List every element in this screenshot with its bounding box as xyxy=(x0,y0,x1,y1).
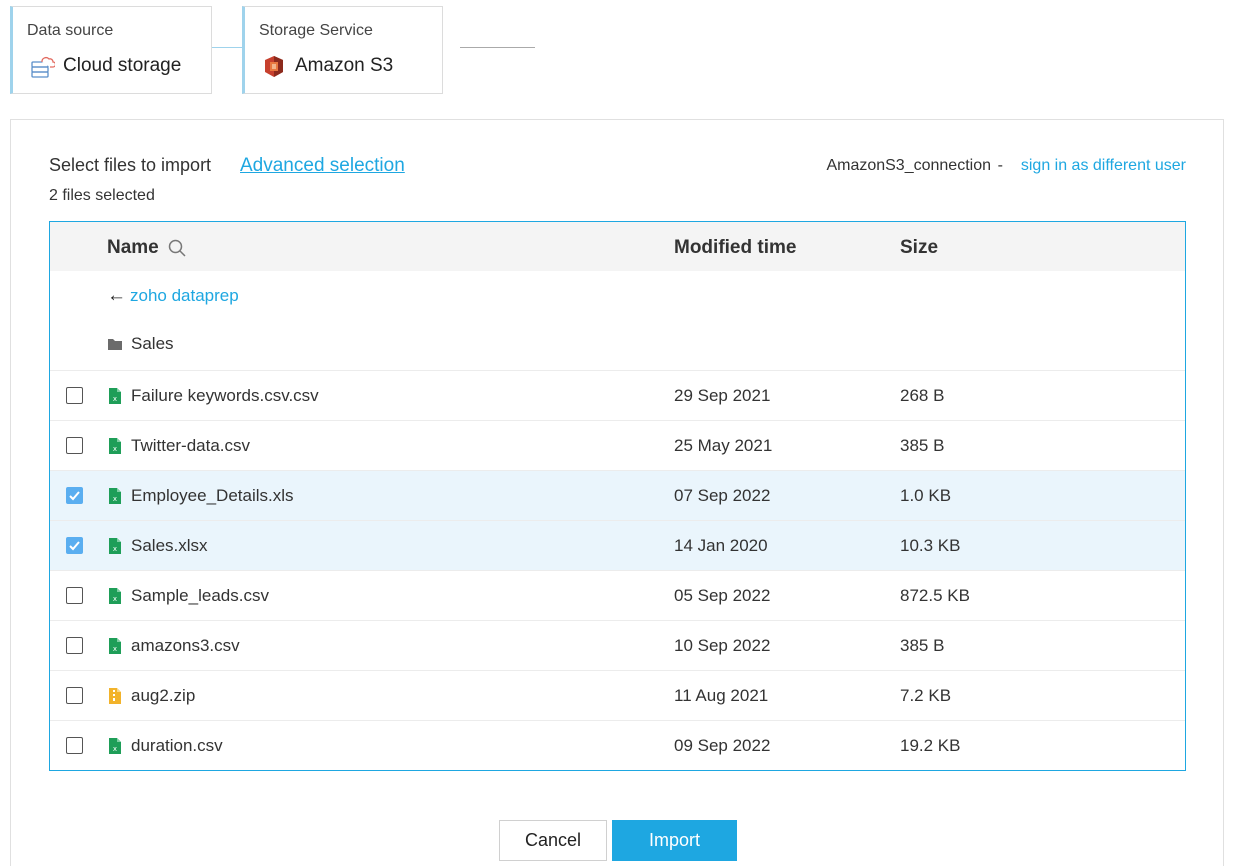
search-icon[interactable] xyxy=(167,238,187,258)
cancel-button[interactable]: Cancel xyxy=(499,820,607,861)
svg-text:x: x xyxy=(113,545,117,553)
file-name: aug2.zip xyxy=(131,685,196,705)
file-size: 19.2 KB xyxy=(900,735,961,755)
file-name: Sales.xlsx xyxy=(131,535,208,555)
step-connector xyxy=(460,47,535,48)
spreadsheet-file-icon: x xyxy=(107,437,123,455)
table-row[interactable]: x Employee_Details.xls 07 Sep 2022 1.0 KB xyxy=(50,470,1185,520)
file-modified: 25 May 2021 xyxy=(674,435,773,455)
file-checkbox[interactable] xyxy=(66,637,83,654)
table-row[interactable]: x Sales.xlsx 14 Jan 2020 10.3 KB xyxy=(50,520,1185,570)
file-name: Sample_leads.csv xyxy=(131,585,269,605)
spreadsheet-file-icon: x xyxy=(107,537,123,555)
svg-text:x: x xyxy=(113,395,117,403)
file-name: duration.csv xyxy=(131,735,223,755)
file-modified: 09 Sep 2022 xyxy=(674,735,771,755)
column-header-modified: Modified time xyxy=(674,237,797,258)
file-size: 385 B xyxy=(900,635,945,655)
file-modified: 29 Sep 2021 xyxy=(674,385,771,405)
svg-text:x: x xyxy=(113,595,117,603)
file-size: 7.2 KB xyxy=(900,685,952,705)
back-row[interactable]: ← zoho dataprep xyxy=(50,271,1185,321)
step-value-label: Cloud storage xyxy=(63,55,182,76)
file-checkbox[interactable] xyxy=(66,687,83,704)
step-data-source[interactable]: Data source Cloud storage xyxy=(10,6,212,94)
step-connector xyxy=(212,47,242,48)
file-checkbox[interactable] xyxy=(66,487,83,504)
table-row[interactable]: aug2.zip 11 Aug 2021 7.2 KB xyxy=(50,670,1185,720)
file-name: Employee_Details.xls xyxy=(131,485,294,505)
file-checkbox[interactable] xyxy=(66,737,83,754)
file-name: Twitter-data.csv xyxy=(131,435,251,455)
file-modified: 10 Sep 2022 xyxy=(674,635,771,655)
spreadsheet-file-icon: x xyxy=(107,737,123,755)
file-modified: 05 Sep 2022 xyxy=(674,585,771,605)
cloud-storage-icon xyxy=(29,53,55,79)
file-name: amazons3.csv xyxy=(131,635,240,655)
file-size: 1.0 KB xyxy=(900,485,952,505)
spreadsheet-file-icon: x xyxy=(107,637,123,655)
table-header: Name Modified time Size xyxy=(50,222,1185,271)
step-label: Storage Service xyxy=(259,22,373,39)
import-button[interactable]: Import xyxy=(612,820,737,861)
table-row[interactable]: x duration.csv 09 Sep 2022 19.2 KB xyxy=(50,720,1185,770)
svg-text:x: x xyxy=(113,495,117,503)
column-header-size: Size xyxy=(900,237,939,258)
file-size: 10.3 KB xyxy=(900,535,961,555)
svg-text:x: x xyxy=(113,445,117,453)
file-size: 268 B xyxy=(900,385,945,405)
step-value: Cloud storage xyxy=(29,53,181,79)
select-files-title: Select files to import xyxy=(49,155,212,175)
file-table: Name Modified time Size ← zoho dataprep xyxy=(49,221,1186,771)
file-checkbox[interactable] xyxy=(66,387,83,404)
file-modified: 11 Aug 2021 xyxy=(674,685,769,705)
step-storage-service[interactable]: Storage Service Amazon S3 xyxy=(242,6,443,94)
back-arrow-icon: ← xyxy=(107,285,126,306)
file-modified: 07 Sep 2022 xyxy=(674,485,771,505)
spreadsheet-file-icon: x xyxy=(107,587,123,605)
file-size: 872.5 KB xyxy=(900,585,970,605)
table-row[interactable]: x Sample_leads.csv 05 Sep 2022 872.5 KB xyxy=(50,570,1185,620)
svg-text:x: x xyxy=(113,645,117,653)
file-checkbox[interactable] xyxy=(66,437,83,454)
folder-row[interactable]: Sales xyxy=(50,319,1185,369)
file-checkbox[interactable] xyxy=(66,587,83,604)
files-selected-count: 2 files selected xyxy=(49,187,155,204)
step-label: Data source xyxy=(27,22,114,39)
connection-name: AmazonS3_connection xyxy=(826,157,991,174)
spreadsheet-file-icon: x xyxy=(107,387,123,405)
step-value-label: Amazon S3 xyxy=(295,55,394,76)
advanced-selection-link[interactable]: Advanced selection xyxy=(240,155,405,177)
folder-name: Sales xyxy=(131,334,174,353)
back-link[interactable]: zoho dataprep xyxy=(130,286,239,306)
step-value: Amazon S3 xyxy=(261,53,393,79)
spreadsheet-file-icon: x xyxy=(107,487,123,505)
file-import-panel: Select files to import Advanced selectio… xyxy=(10,119,1224,866)
table-row[interactable]: x Failure keywords.csv.csv 29 Sep 2021 268 … xyxy=(50,370,1185,420)
zip-file-icon xyxy=(107,687,123,705)
file-checkbox[interactable] xyxy=(66,537,83,554)
svg-text:x: x xyxy=(113,745,117,753)
amazon-s3-icon xyxy=(261,53,287,79)
file-modified: 14 Jan 2020 xyxy=(674,535,768,555)
table-row[interactable]: x Twitter-data.csv 25 May 2021 385 B xyxy=(50,420,1185,470)
folder-icon xyxy=(107,335,123,353)
connection-separator: - xyxy=(997,157,1003,174)
table-row[interactable]: x amazons3.csv 10 Sep 2022 385 B xyxy=(50,620,1185,670)
sign-in-different-user-link[interactable]: sign in as different user xyxy=(1021,157,1186,175)
column-header-name: Name xyxy=(107,237,187,259)
file-size: 385 B xyxy=(900,435,945,455)
file-name: Failure keywords.csv.csv xyxy=(131,385,319,405)
